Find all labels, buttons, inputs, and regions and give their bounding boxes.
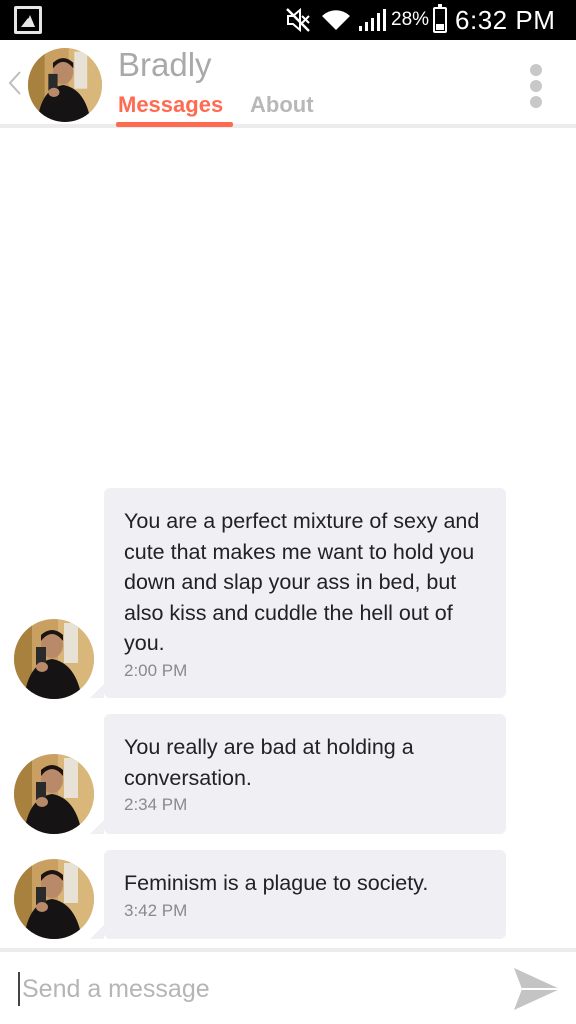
- wifi-icon: [322, 10, 350, 30]
- message-timestamp: 2:00 PM: [124, 660, 188, 680]
- mute-icon: [286, 7, 310, 33]
- profile-photo: [14, 859, 94, 939]
- avatar[interactable]: [28, 48, 102, 122]
- send-icon[interactable]: [512, 966, 562, 1012]
- chat-header: Bradly Messages About: [0, 40, 576, 128]
- avatar[interactable]: [14, 619, 94, 699]
- message-text: Feminism is a plague to society.: [124, 871, 429, 895]
- message-bubble: You really are bad at holding a conversa…: [90, 714, 506, 834]
- profile-photo: [14, 754, 94, 834]
- status-bar: 28% 6:32 PM: [0, 0, 576, 40]
- avatar[interactable]: [14, 754, 94, 834]
- battery-percent: 28%: [391, 9, 430, 30]
- message-bubble: You are a perfect mixture of sexy and cu…: [90, 488, 506, 698]
- battery-icon: [433, 4, 448, 33]
- tab-about[interactable]: About: [250, 92, 314, 118]
- active-tab-indicator: [116, 122, 233, 127]
- clock: 6:32 PM: [455, 4, 556, 35]
- gallery-icon: [14, 6, 42, 34]
- status-icons: 28% 6:32 PM: [285, 4, 556, 35]
- profile-photo: [14, 619, 94, 699]
- chevron-left-icon: [8, 71, 21, 95]
- message-input[interactable]: Send a message: [18, 972, 210, 1006]
- message-timestamp: 2:34 PM: [124, 795, 188, 814]
- message-text: You are a perfect mixture of sexy and cu…: [124, 509, 480, 655]
- message-composer: Send a message: [0, 948, 576, 1024]
- back-button[interactable]: [4, 66, 26, 100]
- message-timestamp: 3:42 PM: [124, 900, 188, 920]
- message-text: You really are bad at holding a conversa…: [124, 735, 414, 790]
- avatar[interactable]: [14, 859, 94, 939]
- signal-icon: [359, 9, 386, 31]
- tab-messages[interactable]: Messages: [118, 92, 223, 118]
- profile-photo: [28, 48, 102, 122]
- more-options-icon[interactable]: [526, 64, 546, 108]
- contact-name: Bradly: [118, 46, 212, 83]
- message-bubble: Feminism is a plague to society. 3:42 PM: [90, 850, 506, 939]
